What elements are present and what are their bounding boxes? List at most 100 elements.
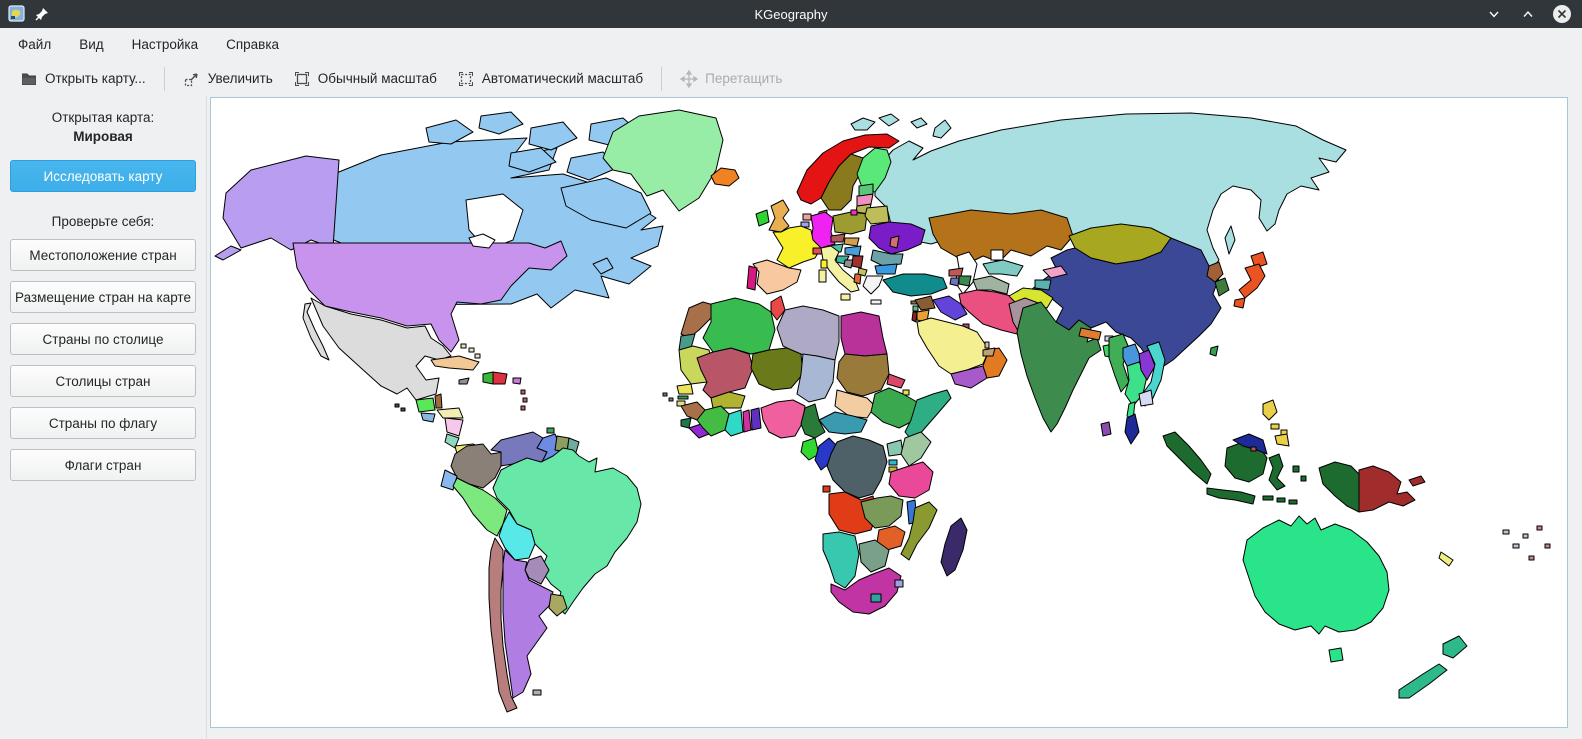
region-bahamas[interactable] — [460, 343, 481, 359]
region-corsica[interactable] — [820, 259, 828, 269]
region-tajikistan[interactable] — [1034, 279, 1052, 291]
region-svalbard[interactable] — [850, 117, 876, 131]
region-canada-island-1[interactable] — [425, 119, 474, 145]
region-alaska-aleutian[interactable] — [214, 245, 242, 261]
original-scale-button[interactable]: Обычный масштаб — [283, 65, 447, 93]
quiz-by-flag-button[interactable]: Страны по флагу — [10, 407, 196, 439]
region-qatar[interactable] — [984, 341, 990, 349]
region-czechia[interactable] — [830, 233, 846, 243]
region-alaska[interactable] — [222, 155, 340, 251]
region-sierra-leone[interactable] — [680, 417, 692, 429]
region-pacific-islands[interactable] — [1528, 525, 1551, 561]
region-albania[interactable] — [853, 273, 862, 285]
region-hungary[interactable] — [844, 245, 862, 257]
region-somalia[interactable] — [904, 389, 952, 443]
region-papua-new-guinea[interactable] — [1358, 465, 1416, 513]
region-el-salvador[interactable] — [420, 412, 436, 423]
region-gambia[interactable] — [677, 395, 689, 400]
region-australia[interactable] — [1242, 515, 1390, 635]
maximize-button[interactable] — [1518, 4, 1538, 24]
region-trinidad[interactable] — [546, 427, 555, 434]
menu-file[interactable]: Файл — [4, 28, 65, 61]
menu-settings[interactable]: Настройка — [118, 28, 212, 61]
region-estonia[interactable] — [858, 183, 874, 197]
region-lesser-sunda[interactable] — [1262, 495, 1298, 505]
region-java[interactable] — [1206, 487, 1256, 505]
zoom-in-button[interactable]: Увеличить — [173, 65, 283, 93]
shade-button[interactable] — [1484, 4, 1504, 24]
region-japan-kyushu[interactable] — [1233, 297, 1246, 309]
region-belarus[interactable] — [864, 205, 890, 225]
region-sulawesi[interactable] — [1268, 453, 1286, 491]
region-belize[interactable] — [434, 393, 443, 409]
quiz-by-capital-button[interactable]: Страны по столице — [10, 323, 196, 355]
region-poland[interactable] — [832, 211, 868, 235]
region-nigeria[interactable] — [760, 399, 806, 439]
region-turkey[interactable] — [882, 273, 948, 297]
region-puerto-rico[interactable] — [512, 377, 522, 385]
region-ireland[interactable] — [755, 209, 770, 227]
region-uae[interactable] — [982, 347, 996, 357]
region-benin[interactable] — [750, 407, 762, 431]
region-brunei[interactable] — [1250, 446, 1257, 452]
region-new-zealand-north[interactable] — [1442, 635, 1468, 659]
region-sumatra[interactable] — [1162, 431, 1212, 485]
region-falkland-islands[interactable] — [532, 689, 542, 696]
region-moluccas[interactable] — [1292, 465, 1307, 482]
region-west-papua[interactable] — [1318, 461, 1360, 513]
region-sakhalin[interactable] — [1224, 225, 1236, 255]
region-rwanda[interactable] — [888, 459, 898, 466]
region-swaziland[interactable] — [894, 579, 904, 588]
region-uzbekistan[interactable] — [982, 259, 1024, 277]
region-sardinia[interactable] — [818, 269, 827, 283]
region-senegal[interactable] — [676, 383, 694, 395]
region-moldova[interactable] — [889, 235, 900, 249]
quiz-location-button[interactable]: Местоположение стран — [10, 239, 196, 271]
region-georgia[interactable] — [948, 267, 964, 277]
region-malaysia[interactable] — [1124, 413, 1140, 445]
region-cabinda[interactable] — [822, 485, 831, 493]
region-portugal[interactable] — [746, 265, 758, 291]
region-new-caledonia[interactable] — [1438, 551, 1454, 567]
quiz-flags-button[interactable]: Флаги стран — [10, 449, 196, 481]
region-netherlands[interactable] — [802, 213, 812, 221]
region-united-kingdom[interactable] — [768, 199, 790, 233]
region-fiji-islands[interactable] — [1502, 529, 1529, 549]
titlebar[interactable]: KGeography — [0, 0, 1582, 28]
region-cape-verde[interactable] — [662, 392, 674, 402]
quiz-capitals-button[interactable]: Столицы стран — [10, 365, 196, 397]
region-philippines-visayas[interactable] — [1270, 423, 1288, 436]
auto-scale-button[interactable]: Автоматический масштаб — [447, 65, 653, 93]
region-guatemala[interactable] — [415, 397, 436, 413]
region-new-zealand-south[interactable] — [1398, 663, 1448, 699]
region-lesser-antilles[interactable] — [520, 389, 528, 411]
region-dr-congo[interactable] — [826, 435, 888, 499]
menu-help[interactable]: Справка — [212, 28, 293, 61]
region-saudi-arabia[interactable] — [916, 317, 990, 375]
region-tasmania[interactable] — [1328, 647, 1344, 663]
region-kaliningrad[interactable] — [850, 209, 858, 216]
region-namibia[interactable] — [822, 531, 860, 589]
region-bulgaria[interactable] — [874, 263, 898, 275]
region-sri-lanka[interactable] — [1100, 421, 1112, 437]
region-franz-josef[interactable] — [878, 113, 928, 129]
region-taiwan[interactable] — [1209, 345, 1219, 357]
region-egypt[interactable] — [840, 311, 888, 357]
region-lesotho[interactable] — [870, 593, 882, 603]
quiz-place-button[interactable]: Размещение стран на карте — [10, 281, 196, 313]
region-crete[interactable] — [870, 299, 882, 305]
region-macedonia[interactable] — [857, 267, 868, 277]
region-new-britain[interactable] — [1408, 475, 1426, 487]
region-slovakia[interactable] — [843, 237, 860, 247]
region-philippines-mindanao[interactable] — [1274, 433, 1290, 447]
region-serbia[interactable] — [851, 255, 864, 269]
region-togo[interactable] — [742, 409, 752, 433]
region-sudan[interactable] — [836, 353, 890, 397]
region-eritrea[interactable] — [886, 373, 906, 389]
region-philippines-luzon[interactable] — [1262, 399, 1278, 421]
explore-map-button[interactable]: Исследовать карту — [10, 160, 196, 192]
region-japan-honshu[interactable] — [1238, 263, 1266, 299]
region-mali[interactable] — [696, 347, 754, 399]
region-honduras[interactable] — [436, 407, 464, 419]
region-armenia[interactable] — [949, 277, 960, 287]
